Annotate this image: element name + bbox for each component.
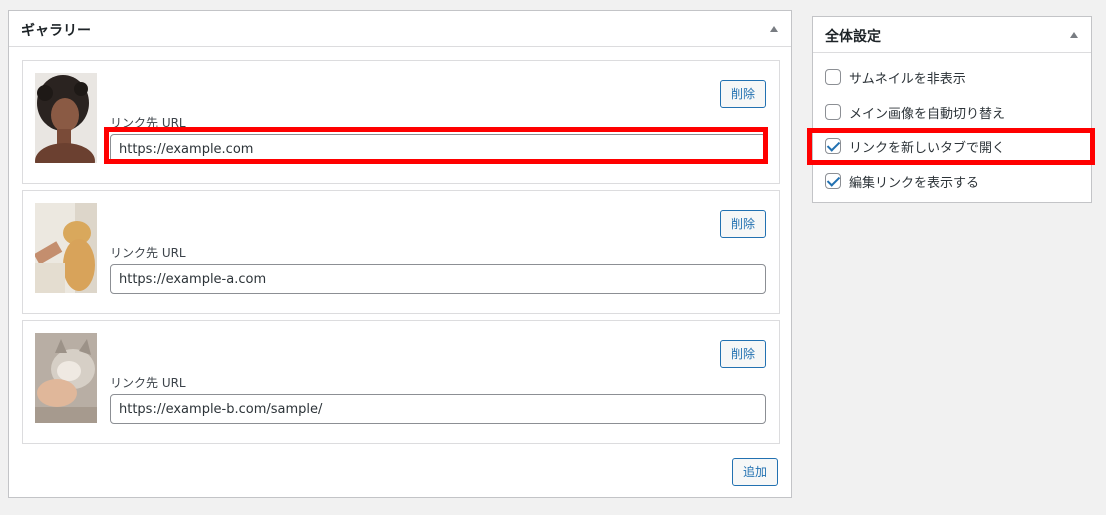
setting-label: リンクを新しいタブで開く: [849, 140, 1006, 156]
setting-open-link-new-tab[interactable]: リンクを新しいタブで開く: [825, 136, 1005, 156]
setting-show-edit-link[interactable]: 編集リンクを表示する: [825, 171, 979, 191]
checkbox[interactable]: [825, 173, 841, 189]
checkbox[interactable]: [825, 104, 841, 120]
gallery-panel: ギャラリー リンク先 URL 削除: [8, 10, 792, 498]
add-button[interactable]: 追加: [731, 458, 778, 486]
settings-title: 全体設定: [825, 29, 881, 45]
gallery-item: リンク先 URL 削除: [22, 320, 780, 444]
delete-button[interactable]: 削除: [719, 340, 766, 368]
gallery-item: リンク先 URL 削除: [22, 60, 780, 184]
link-url-input[interactable]: [110, 134, 766, 164]
setting-auto-switch-main-image[interactable]: メイン画像を自動切り替え: [825, 102, 1005, 122]
gallery-header: ギャラリー: [9, 11, 791, 47]
woman-portrait-thumbnail: [35, 73, 97, 163]
settings-panel: 全体設定 サムネイルを非表示 メイン画像を自動切り替え リンクを新しいタブで開く…: [812, 16, 1092, 203]
collapse-arrow-icon[interactable]: [1070, 32, 1078, 38]
cat-thumbnail: [35, 333, 97, 423]
setting-label: 編集リンクを表示する: [849, 175, 980, 191]
link-url-input[interactable]: [110, 264, 766, 294]
delete-button[interactable]: 削除: [719, 210, 766, 238]
setting-label: サムネイルを非表示: [849, 71, 966, 87]
settings-header: 全体設定: [813, 17, 1091, 53]
link-url-input[interactable]: [110, 394, 766, 424]
gallery-item: リンク先 URL 削除: [22, 190, 780, 314]
link-url-label: リンク先 URL: [110, 116, 186, 130]
setting-hide-thumbnail[interactable]: サムネイルを非表示: [825, 67, 966, 87]
checkbox[interactable]: [825, 138, 841, 154]
setting-label: メイン画像を自動切り替え: [849, 106, 1006, 122]
gallery-title: ギャラリー: [21, 23, 91, 39]
link-url-label: リンク先 URL: [110, 246, 186, 260]
link-url-label: リンク先 URL: [110, 376, 186, 390]
collapse-arrow-icon[interactable]: [770, 26, 778, 32]
checkbox[interactable]: [825, 69, 841, 85]
dog-high-five-thumbnail: [35, 203, 97, 293]
delete-button[interactable]: 削除: [719, 80, 766, 108]
